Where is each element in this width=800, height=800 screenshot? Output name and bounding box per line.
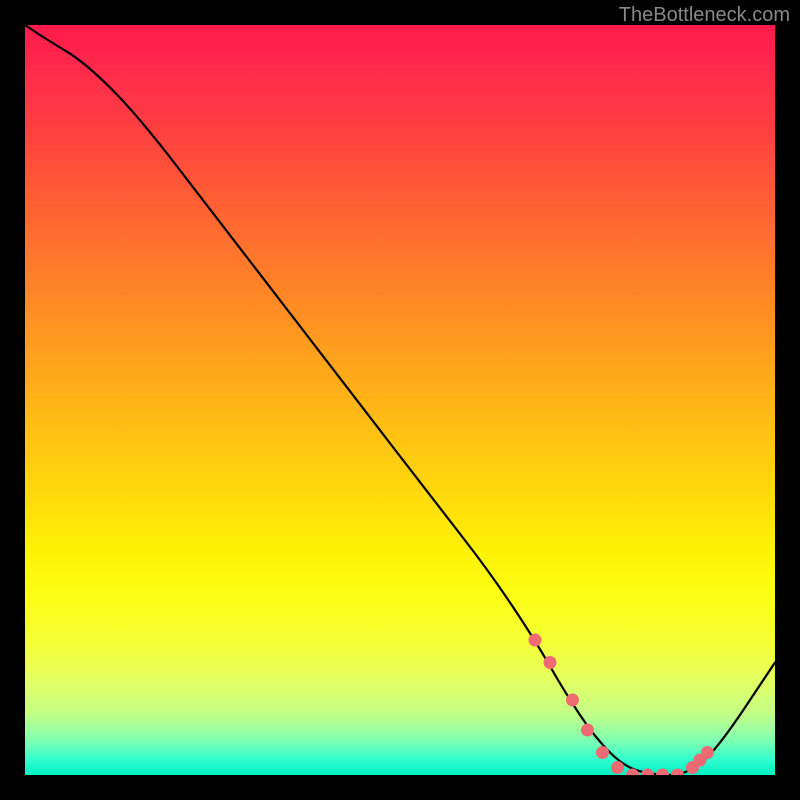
highlight-marker <box>529 634 542 647</box>
highlight-marker <box>656 769 669 776</box>
highlight-marker <box>641 769 654 776</box>
highlight-marker <box>611 761 624 774</box>
highlight-marker <box>566 694 579 707</box>
highlight-marker <box>581 724 594 737</box>
bottleneck-curve-line <box>25 25 775 775</box>
plot-area <box>25 25 775 775</box>
highlight-marker <box>544 656 557 669</box>
highlight-marker <box>596 746 609 759</box>
highlight-marker-group <box>529 634 715 776</box>
attribution-text: TheBottleneck.com <box>619 4 790 27</box>
chart-svg <box>25 25 775 775</box>
highlight-marker <box>671 769 684 776</box>
highlight-marker <box>701 746 714 759</box>
